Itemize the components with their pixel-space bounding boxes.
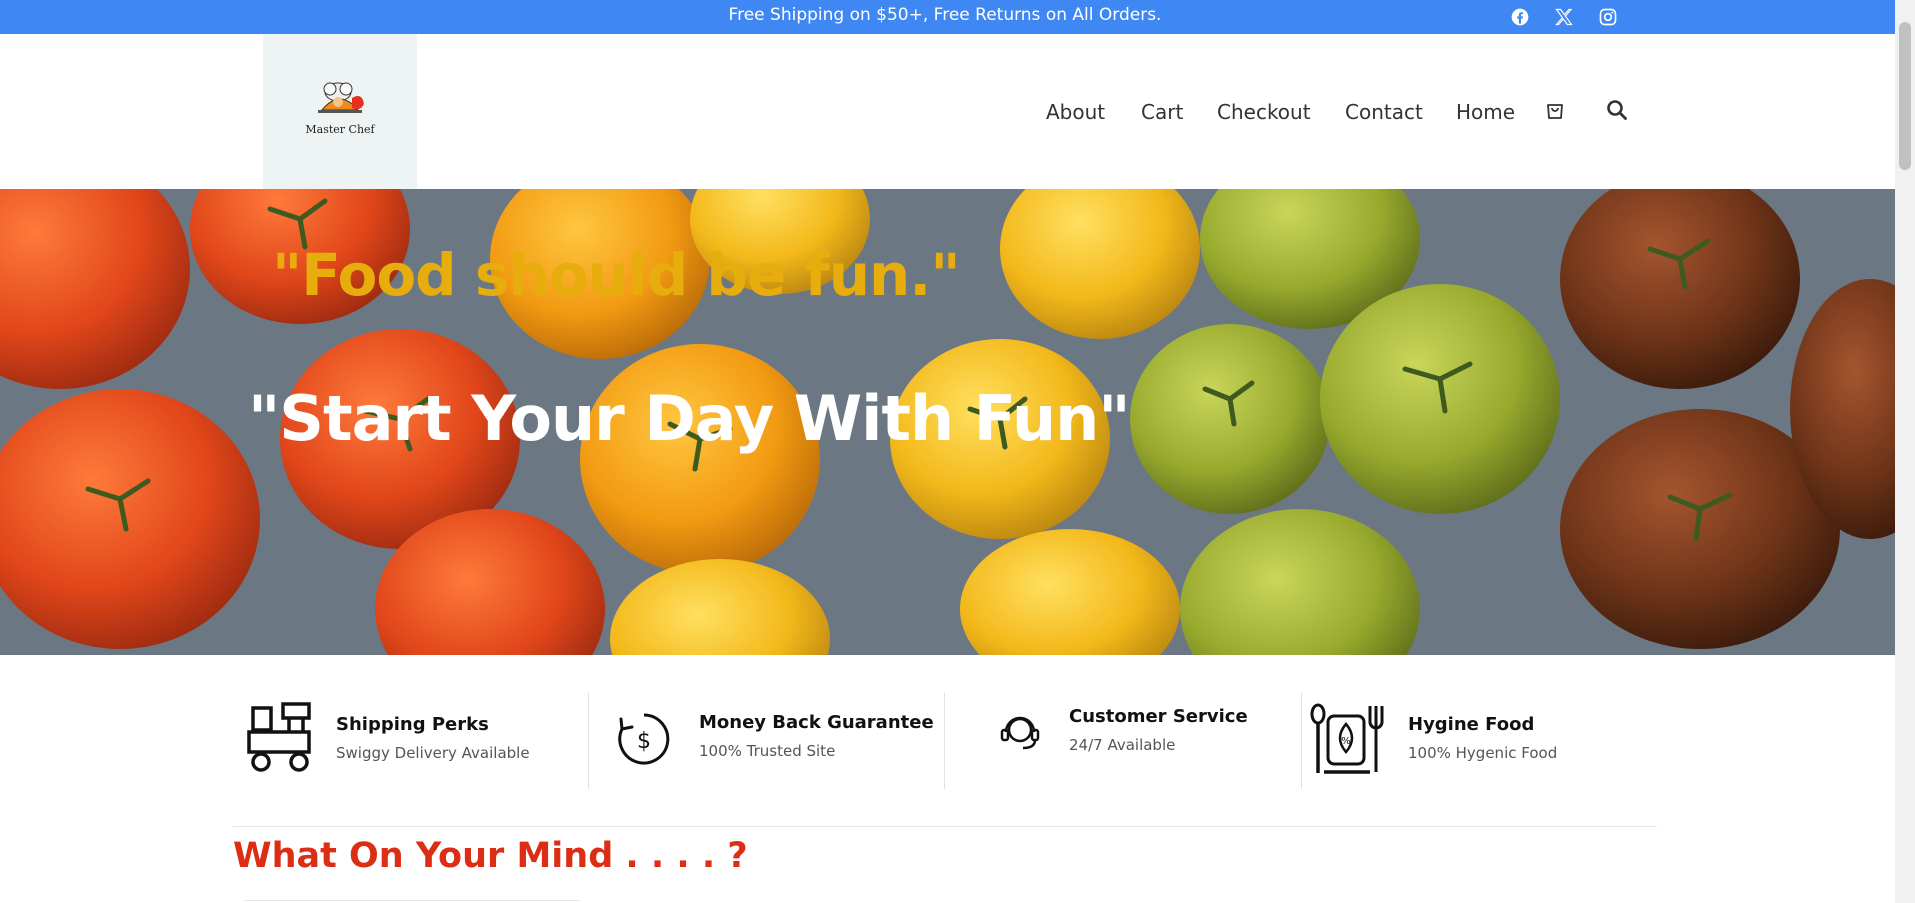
nav-about[interactable]: About [1046,100,1105,124]
instagram-icon[interactable] [1597,6,1619,28]
site-header: Master Chef About Cart Checkout Contact … [0,34,1895,189]
features-strip: Shipping Perks Swiggy Delivery Available… [233,690,1653,790]
delivery-scooter-icon [247,702,311,772]
cart-icon[interactable] [1543,98,1569,124]
feature-money-back: $ Money Back Guarantee 100% Trusted Site [589,690,944,790]
feature-subtitle: 100% Trusted Site [699,742,836,760]
hero-quote: "Food should be fun." [272,241,961,309]
feature-title: Money Back Guarantee [699,712,934,733]
nav-cart[interactable]: Cart [1141,100,1183,124]
svg-text:$: $ [637,729,651,754]
page-scrollbar[interactable] [1895,0,1915,903]
feature-hygiene-food: % Hygine Food 100% Hygenic Food [1302,690,1657,790]
section-title: What On Your Mind . . . . ? [233,836,748,876]
feature-title: Hygine Food [1408,714,1535,735]
nav-checkout[interactable]: Checkout [1217,100,1311,124]
hero-banner: "Food should be fun." "Start Your Day Wi… [0,189,1895,655]
page: Free Shipping on $50+, Free Returns on A… [0,0,1915,903]
feature-title: Customer Service [1069,706,1248,727]
feature-subtitle: Swiggy Delivery Available [336,744,530,762]
nav-contact[interactable]: Contact [1345,100,1423,124]
feature-subtitle: 24/7 Available [1069,736,1176,754]
hygiene-food-icon: % [1310,703,1384,774]
feature-title: Shipping Perks [336,714,489,735]
chef-logo-icon [318,82,364,113]
svg-text:%: % [1341,736,1351,747]
search-icon[interactable] [1605,98,1631,124]
x-icon[interactable] [1553,6,1575,28]
section-divider [233,826,1657,827]
logo-text: Master Chef [305,123,375,136]
money-back-icon: $ [618,713,670,765]
customer-service-headset-icon [1000,716,1040,750]
site-logo[interactable]: Master Chef [263,34,417,189]
feature-subtitle: 100% Hygenic Food [1408,744,1558,762]
facebook-icon[interactable] [1509,6,1531,28]
hero-title: "Start Your Day With Fun" [248,382,1131,455]
top-promo-bar: Free Shipping on $50+, Free Returns on A… [0,0,1895,34]
scrollbar-thumb[interactable] [1899,22,1911,170]
nav-home[interactable]: Home [1456,100,1515,124]
feature-shipping-perks: Shipping Perks Swiggy Delivery Available [233,690,588,790]
feature-customer-service: Customer Service 24/7 Available [945,690,1300,790]
